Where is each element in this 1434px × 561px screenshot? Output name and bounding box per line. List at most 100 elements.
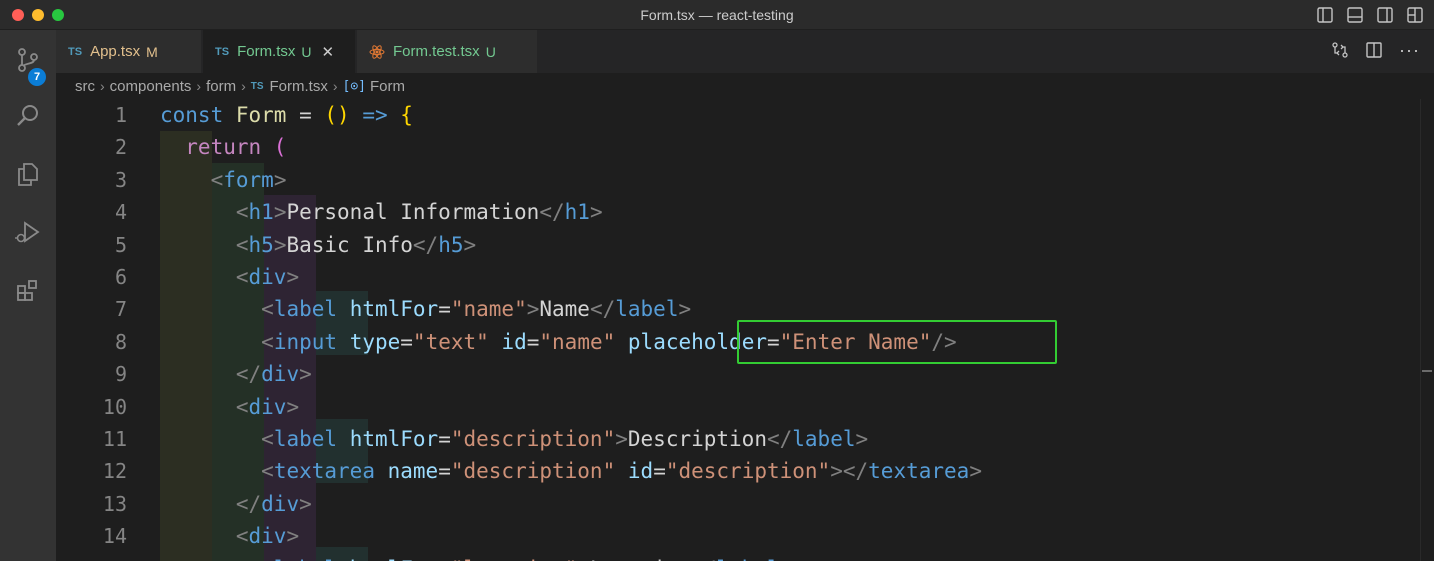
- customize-layout-icon[interactable]: [1406, 6, 1424, 24]
- typescript-icon: TS: [215, 45, 230, 58]
- code-editor[interactable]: 123456789101112131415 const Form = () =>…: [56, 99, 1434, 561]
- code-line: <h5>Basic Info</h5>: [160, 229, 476, 261]
- line-number: 3: [114, 167, 127, 192]
- code-token: div: [248, 524, 287, 549]
- window-title: Form.tsx — react-testing: [640, 6, 794, 23]
- code-line: <div>: [160, 391, 299, 423]
- code-token: {: [400, 103, 413, 127]
- code-token: "location": [451, 557, 577, 561]
- code-token: </: [539, 200, 565, 225]
- close-window-button[interactable]: [12, 9, 24, 21]
- tab-label: App.tsx: [90, 43, 141, 60]
- symbol-variable-icon: [⊙]: [342, 78, 367, 94]
- chevron-right-icon: ›: [332, 78, 338, 94]
- typescript-icon: TS: [250, 80, 264, 92]
- tab-app-tsx[interactable]: TS App.tsx M: [56, 30, 202, 73]
- code-token: "description": [450, 427, 616, 451]
- close-tab-icon[interactable]: ✕: [322, 43, 335, 61]
- code-line: <textarea name="description" id="descrip…: [160, 455, 982, 487]
- code-token: label: [792, 427, 856, 451]
- source-control-badge: 7: [28, 68, 46, 86]
- source-control-button[interactable]: 7: [0, 38, 56, 86]
- git-status-badge: U: [301, 43, 312, 60]
- breadcrumb-item[interactable]: components: [110, 78, 192, 95]
- code-token: >: [273, 200, 287, 225]
- code-token: <: [235, 232, 249, 257]
- scrollbar-cursor-marker: [1422, 370, 1432, 372]
- breadcrumb-item[interactable]: form: [206, 78, 236, 95]
- line-number: 14: [102, 524, 127, 549]
- code-token: type: [349, 329, 401, 354]
- layout-controls: [1316, 6, 1424, 24]
- tab-form-tsx[interactable]: TS Form.tsx U ✕: [203, 30, 356, 73]
- breadcrumb-item[interactable]: src: [75, 78, 95, 95]
- code-token: >: [526, 297, 540, 322]
- toggle-panel-icon[interactable]: [1346, 6, 1364, 24]
- code-token: div: [248, 394, 287, 419]
- minimize-window-button[interactable]: [32, 9, 44, 21]
- code-token: h1: [564, 200, 590, 225]
- code-token: >: [969, 459, 982, 484]
- search-icon: [17, 105, 38, 126]
- git-status-badge: U: [485, 43, 496, 60]
- code-token: >: [299, 362, 312, 387]
- breadcrumb-file[interactable]: Form.tsx: [270, 78, 328, 95]
- code-token: ></: [830, 459, 869, 484]
- search-button[interactable]: [0, 94, 56, 138]
- code-token: =: [653, 459, 666, 484]
- line-number: 12: [102, 459, 127, 484]
- breadcrumb-symbol[interactable]: Form: [370, 78, 405, 95]
- tab-form-test-tsx[interactable]: Form.test.tsx U: [357, 30, 538, 73]
- line-number: 2: [114, 135, 127, 160]
- run-debug-button[interactable]: [0, 210, 56, 254]
- code-token: Basic Info: [286, 232, 413, 257]
- open-changes-icon[interactable]: [1331, 41, 1349, 59]
- line-number: 13: [102, 491, 127, 516]
- breadcrumb: src › components › form › TS Form.tsx › …: [56, 73, 1434, 99]
- code-token: htmlFor: [349, 297, 439, 322]
- code-token: h1: [248, 200, 274, 225]
- code-token: >: [780, 557, 793, 561]
- tab-label: Form.test.tsx: [393, 43, 480, 60]
- code-token: =: [286, 103, 325, 127]
- split-editor-icon[interactable]: [1365, 41, 1383, 59]
- explorer-button[interactable]: [0, 152, 56, 196]
- code-token: <: [235, 394, 249, 419]
- chevron-right-icon: ›: [100, 78, 105, 94]
- toggle-primary-sidebar-icon[interactable]: [1316, 6, 1334, 24]
- line-number: 8: [114, 329, 127, 354]
- code-token: div: [261, 362, 300, 387]
- code-token: "text": [412, 329, 489, 354]
- code-token: Form: [235, 103, 287, 127]
- extensions-button[interactable]: [0, 268, 56, 312]
- line-number: 7: [114, 297, 127, 322]
- code-token: <: [210, 167, 224, 192]
- line-number: 4: [114, 200, 127, 225]
- code-token: htmlFor: [350, 557, 439, 561]
- more-actions-icon[interactable]: ···: [1399, 41, 1420, 59]
- code-token: >: [615, 427, 628, 451]
- run-debug-icon: [15, 221, 40, 243]
- vertical-scrollbar[interactable]: [1420, 99, 1434, 561]
- toggle-secondary-sidebar-icon[interactable]: [1376, 6, 1394, 24]
- code-token: =: [526, 329, 540, 354]
- editor-actions: ···: [1331, 41, 1420, 59]
- code-token: <: [235, 524, 249, 549]
- activity-bar: 7: [0, 30, 56, 561]
- code-token: <: [261, 329, 274, 354]
- code-token: input: [273, 329, 338, 354]
- maximize-window-button[interactable]: [52, 9, 64, 21]
- line-number: 6: [114, 265, 127, 289]
- tab-label: Form.tsx: [237, 43, 296, 60]
- code-line: <div>: [160, 261, 299, 293]
- code-token: </: [412, 232, 439, 257]
